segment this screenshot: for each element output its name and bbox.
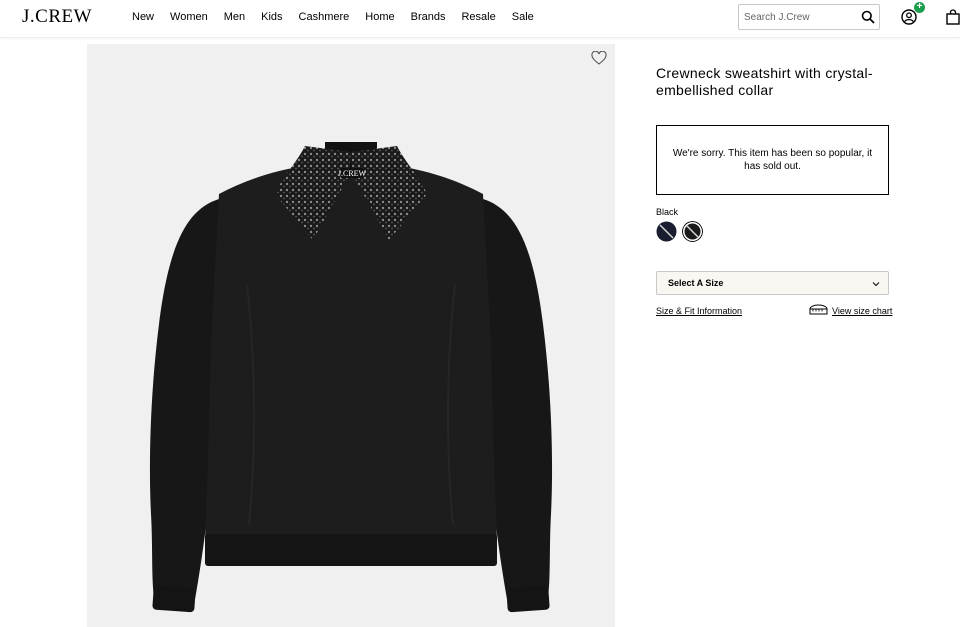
sweatshirt-illustration: J.CREW	[149, 142, 553, 613]
search-icon[interactable]	[861, 10, 875, 24]
rewards-badge: +	[914, 2, 925, 13]
color-swatch-black-1[interactable]	[656, 221, 677, 242]
nav-item-kids[interactable]: Kids	[261, 11, 282, 23]
collar-tag-text: J.CREW	[338, 169, 367, 178]
ruler-icon	[809, 304, 828, 315]
color-label: Black	[656, 207, 679, 217]
product-title: Crewneck sweatshirt with crystal-embelli…	[656, 65, 873, 98]
nav-item-women[interactable]: Women	[170, 11, 208, 23]
chevron-down-icon	[872, 282, 880, 287]
product-image[interactable]: J.CREW	[87, 44, 615, 627]
account-icon[interactable]	[901, 9, 917, 25]
shopping-bag-icon[interactable]	[945, 9, 960, 25]
main-nav: New Women Men Kids Cashmere Home Brands …	[132, 11, 550, 23]
color-swatch-black-2[interactable]	[682, 221, 703, 242]
nav-item-men[interactable]: Men	[224, 11, 245, 23]
nav-item-resale[interactable]: Resale	[461, 11, 495, 23]
heart-icon[interactable]	[591, 51, 607, 65]
nav-item-home[interactable]: Home	[365, 11, 394, 23]
sold-out-message: We're sorry. This item has been so popul…	[672, 148, 873, 172]
jcrew-logo[interactable]: J.CREW	[22, 6, 92, 28]
nav-item-brands[interactable]: Brands	[411, 11, 446, 23]
search-box	[738, 4, 880, 30]
sold-out-notice: We're sorry. This item has been so popul…	[656, 125, 889, 195]
size-chart-link[interactable]: View size chart	[832, 306, 892, 316]
site-header: J.CREW New Women Men Kids Cashmere Home …	[0, 0, 960, 38]
size-fit-link[interactable]: Size & Fit Information	[656, 306, 742, 316]
nav-item-sale[interactable]: Sale	[512, 11, 534, 23]
nav-item-cashmere[interactable]: Cashmere	[299, 11, 350, 23]
size-select-label: Select A Size	[668, 278, 724, 288]
nav-item-new[interactable]: New	[132, 11, 154, 23]
size-select[interactable]: Select A Size	[656, 271, 889, 295]
search-input[interactable]	[739, 5, 857, 29]
